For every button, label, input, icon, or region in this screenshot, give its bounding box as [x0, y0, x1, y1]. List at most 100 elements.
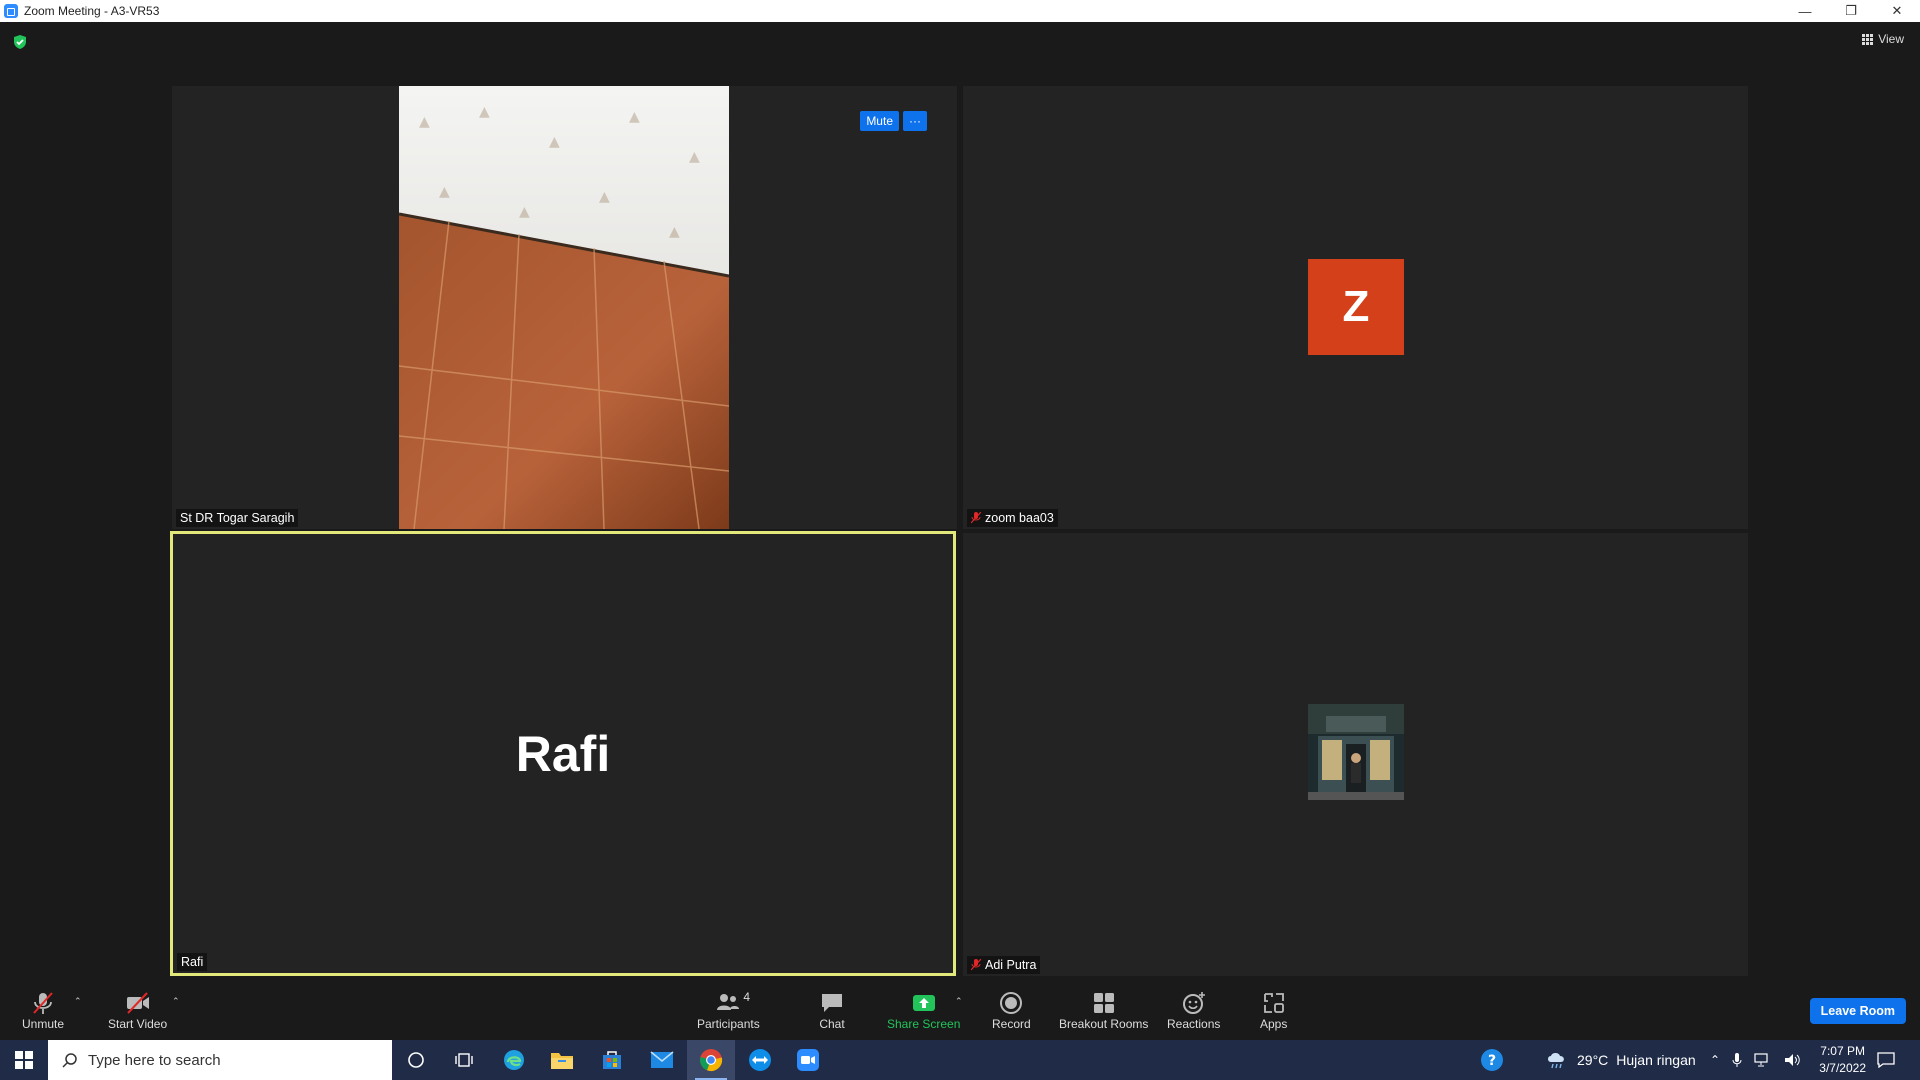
edge-icon[interactable]	[490, 1040, 538, 1080]
chrome-icon[interactable]	[687, 1040, 735, 1080]
participant-tile[interactable]: ▲ ▲ ▲ ▲ ▲ ▲ ▲ ▲ ▲ Mute ··· St DR Togar S…	[172, 86, 957, 529]
chat-button[interactable]: Chat	[819, 990, 845, 1031]
apps-label: Apps	[1260, 1017, 1288, 1031]
store-icon[interactable]	[588, 1040, 636, 1080]
svg-text:▲: ▲	[629, 109, 640, 125]
participants-count: 4	[743, 990, 751, 1004]
window-title: Zoom Meeting - A3-VR53	[24, 4, 160, 18]
reactions-icon	[1182, 992, 1205, 1014]
taskbar-clock[interactable]: 7:07 PM 3/7/2022	[1819, 1043, 1866, 1077]
svg-text:▲: ▲	[549, 134, 560, 150]
svg-text:▲: ▲	[519, 204, 530, 220]
participant-name-label: Rafi	[177, 953, 208, 971]
share-options-chevron-icon[interactable]: ⌃	[955, 996, 963, 1007]
participant-name-label: Adi Putra	[967, 956, 1041, 974]
participant-profile-photo	[1308, 704, 1404, 800]
shield-check-icon[interactable]	[12, 34, 28, 50]
svg-text:▲: ▲	[689, 149, 700, 165]
svg-text:▲: ▲	[479, 104, 490, 120]
apps-icon	[1263, 993, 1284, 1013]
system-tray: ⌃	[1710, 1040, 1802, 1080]
file-explorer-icon[interactable]	[538, 1040, 586, 1080]
share-screen-button[interactable]: Share Screen	[887, 990, 960, 1031]
apps-button[interactable]: Apps	[1260, 990, 1287, 1031]
weather-temp: 29°C	[1577, 1052, 1609, 1068]
participant-name-label: St DR Togar Saragih	[176, 509, 299, 527]
windows-taskbar: Type here to search ? 29°C Hujan ringan …	[0, 1040, 1920, 1080]
video-off-icon	[126, 992, 149, 1014]
network-icon[interactable]	[1754, 1053, 1772, 1067]
search-placeholder: Type here to search	[88, 1051, 221, 1069]
unmute-button[interactable]: Unmute	[22, 990, 64, 1031]
meeting-area: View ▲ ▲ ▲ ▲ ▲ ▲ ▲ ▲ ▲ Mute ··· St DR To…	[0, 22, 1920, 980]
unmute-label: Unmute	[22, 1017, 65, 1031]
chat-label: Chat	[819, 1017, 845, 1031]
record-icon	[1000, 992, 1023, 1014]
mail-icon[interactable]	[638, 1040, 686, 1080]
view-button[interactable]: View	[1862, 32, 1904, 46]
mic-muted-icon	[971, 959, 981, 971]
weather-description: Hujan ringan	[1616, 1052, 1696, 1068]
avatar: Z	[1308, 259, 1404, 355]
grid-icon	[1862, 33, 1874, 45]
cortana-icon[interactable]	[392, 1040, 440, 1080]
svg-text:▲: ▲	[599, 189, 610, 205]
participant-name-label: zoom baa03	[967, 509, 1058, 527]
participants-button[interactable]: 4 Participants	[697, 990, 760, 1031]
participants-icon	[717, 994, 740, 1010]
help-icon[interactable]: ?	[1468, 1040, 1516, 1080]
breakout-rooms-icon	[1093, 993, 1114, 1013]
video-options-chevron-icon[interactable]: ⌃	[172, 996, 180, 1007]
leave-room-button[interactable]: Leave Room	[1809, 998, 1906, 1024]
microphone-icon[interactable]	[1732, 1052, 1742, 1068]
share-screen-icon	[912, 995, 935, 1011]
reactions-label: Reactions	[1167, 1017, 1221, 1031]
zoom-icon[interactable]	[784, 1040, 832, 1080]
clock-date: 3/7/2022	[1819, 1061, 1866, 1075]
minimize-button[interactable]: —	[1782, 0, 1828, 22]
mic-muted-icon	[33, 992, 53, 1014]
svg-text:▲: ▲	[419, 114, 430, 130]
mute-participant-button[interactable]: Mute	[860, 111, 899, 131]
view-label: View	[1878, 32, 1904, 46]
clock-time: 7:07 PM	[1820, 1044, 1865, 1058]
search-icon	[62, 1053, 77, 1068]
meeting-toolbar: Unmute ⌃ Start Video ⌃ 4 Participants Ch…	[0, 980, 1920, 1040]
weather-widget[interactable]: 29°C Hujan ringan	[1545, 1040, 1696, 1080]
breakout-rooms-button[interactable]: Breakout Rooms	[1059, 990, 1148, 1031]
chevron-up-icon[interactable]: ⌃	[1710, 1053, 1720, 1067]
participant-tile[interactable]: Z zoom baa03	[963, 86, 1748, 529]
record-button[interactable]: Record	[992, 990, 1031, 1031]
start-button[interactable]	[0, 1040, 48, 1080]
participant-tile-active-speaker[interactable]: Rafi Rafi	[170, 531, 956, 976]
start-video-button[interactable]: Start Video	[108, 990, 167, 1031]
svg-text:▲: ▲	[439, 184, 450, 200]
audio-options-chevron-icon[interactable]: ⌃	[74, 996, 82, 1007]
volume-icon[interactable]	[1784, 1053, 1802, 1067]
participant-video: ▲ ▲ ▲ ▲ ▲ ▲ ▲ ▲ ▲	[399, 86, 729, 529]
participant-tile[interactable]: Adi Putra	[963, 533, 1748, 976]
breakout-rooms-label: Breakout Rooms	[1059, 1017, 1149, 1031]
close-button[interactable]: ✕	[1874, 0, 1920, 22]
svg-text:▲: ▲	[669, 224, 680, 240]
zoom-app-icon	[4, 4, 18, 18]
taskbar-search-box[interactable]: Type here to search	[48, 1040, 392, 1080]
record-label: Record	[992, 1017, 1031, 1031]
reactions-button[interactable]: Reactions	[1167, 990, 1220, 1031]
participants-label: Participants	[697, 1017, 760, 1031]
window-titlebar: Zoom Meeting - A3-VR53 — ❐ ✕	[0, 0, 1920, 22]
windows-logo-icon	[15, 1051, 33, 1069]
restore-button[interactable]: ❐	[1828, 0, 1874, 22]
participant-name: zoom baa03	[985, 511, 1054, 525]
chat-icon	[822, 994, 842, 1012]
more-options-button[interactable]: ···	[903, 111, 927, 131]
teamviewer-icon[interactable]	[736, 1040, 784, 1080]
participant-name: Rafi	[181, 955, 204, 969]
start-video-label: Start Video	[108, 1017, 168, 1031]
mic-muted-icon	[971, 512, 981, 524]
svg-text:?: ?	[1488, 1053, 1496, 1069]
notifications-icon[interactable]	[1866, 1040, 1906, 1080]
task-view-icon[interactable]	[440, 1040, 488, 1080]
share-screen-label: Share Screen	[887, 1017, 961, 1031]
rain-cloud-icon	[1548, 1053, 1564, 1069]
